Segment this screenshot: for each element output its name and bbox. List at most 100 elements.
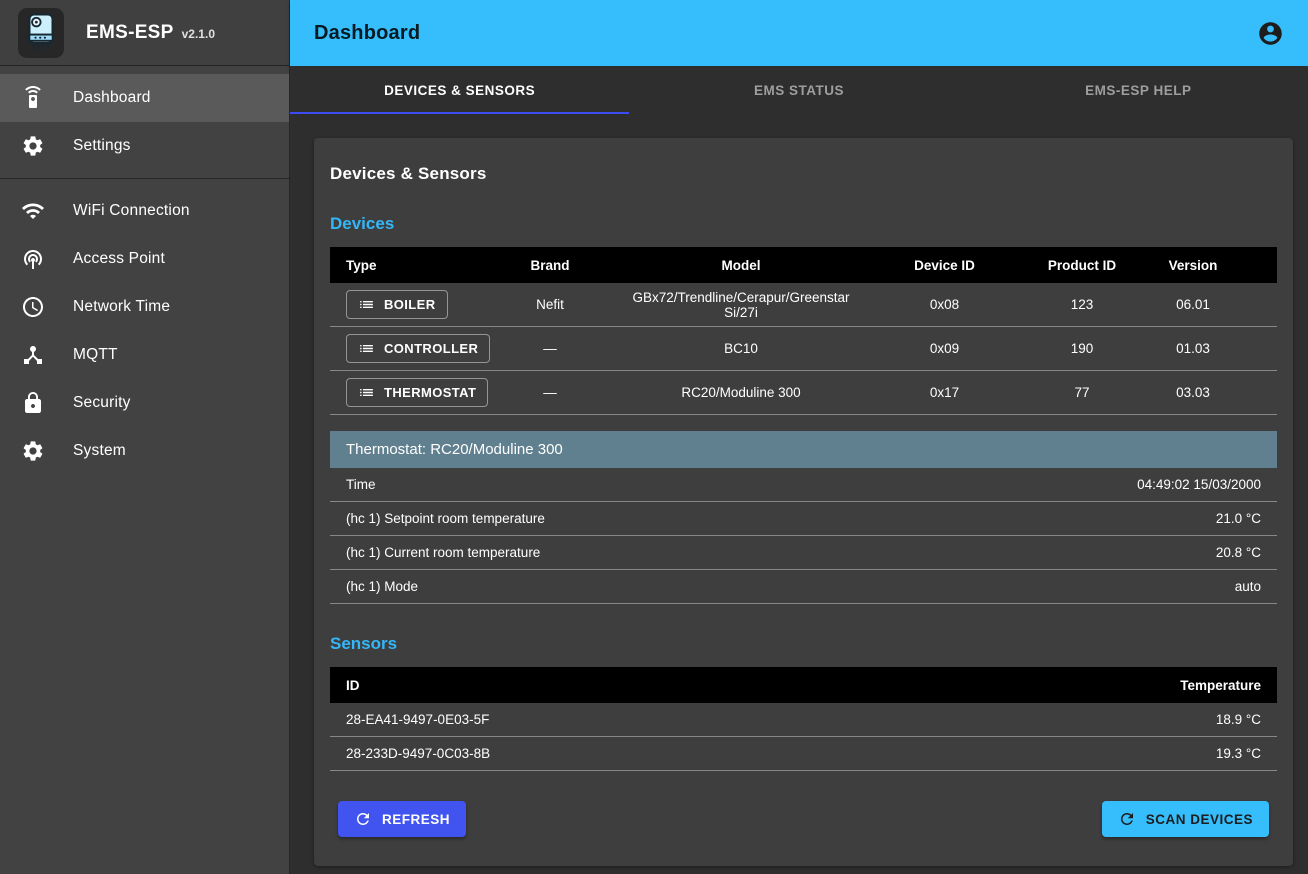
sidebar-item-label: WiFi Connection — [73, 202, 190, 220]
wifi-icon — [21, 199, 45, 223]
boiler-logo-icon — [18, 8, 64, 58]
tab-bar: DEVICES & SENSORS EMS STATUS EMS-ESP HEL… — [290, 66, 1308, 114]
app-version: v2.1.0 — [182, 27, 215, 41]
device-id: 0x09 — [862, 341, 1027, 356]
sensors-heading: Sensors — [330, 634, 1277, 654]
sensor-id: 28-EA41-9497-0E03-5F — [346, 712, 489, 727]
controller-device-button[interactable]: CONTROLLER — [346, 334, 490, 363]
detail-value: auto — [1235, 579, 1261, 594]
scan-devices-button[interactable]: SCAN DEVICES — [1102, 801, 1269, 837]
sidebar-item-access-point[interactable]: Access Point — [0, 235, 289, 283]
detail-value: 20.8 °C — [1216, 545, 1261, 560]
device-hub-icon — [21, 343, 45, 367]
sensor-temperature: 19.3 °C — [1216, 746, 1261, 761]
sidebar-item-label: Security — [73, 394, 131, 412]
account-circle-icon — [1257, 20, 1284, 47]
device-version: 01.03 — [1137, 341, 1277, 356]
device-type-label: THERMOSTAT — [384, 385, 476, 400]
wifi-tethering-icon — [21, 247, 45, 271]
sidebar-item-settings[interactable]: Settings — [0, 122, 289, 170]
refresh-icon — [354, 810, 372, 828]
column-header-device-id: Device ID — [862, 258, 1027, 273]
device-product-id: 77 — [1027, 385, 1137, 400]
detail-label: (hc 1) Mode — [346, 579, 418, 594]
device-model: GBx72/Trendline/Cerapur/Greenstar Si/27i — [620, 290, 862, 320]
device-id: 0x08 — [862, 297, 1027, 312]
sidebar-item-system[interactable]: System — [0, 427, 289, 475]
column-header-model: Model — [620, 258, 862, 273]
column-header-id: ID — [346, 678, 360, 693]
column-header-product-id: Product ID — [1027, 258, 1137, 273]
detail-value: 21.0 °C — [1216, 511, 1261, 526]
detail-label: (hc 1) Setpoint room temperature — [346, 511, 545, 526]
refresh-icon — [1118, 810, 1136, 828]
sensor-row: 28-EA41-9497-0E03-5F 18.9 °C — [330, 703, 1277, 737]
detail-row-mode: (hc 1) Mode auto — [330, 570, 1277, 604]
app-name: EMS-ESP — [86, 22, 174, 44]
sidebar-item-label: System — [73, 442, 126, 460]
page-title: Dashboard — [314, 22, 420, 45]
tab-devices-sensors[interactable]: DEVICES & SENSORS — [290, 66, 629, 114]
gear-icon — [21, 439, 45, 463]
device-row-thermostat: THERMOSTAT — RC20/Moduline 300 0x17 77 0… — [330, 371, 1277, 415]
sensors-table: ID Temperature 28-EA41-9497-0E03-5F 18.9… — [330, 667, 1277, 771]
tab-ems-esp-help[interactable]: EMS-ESP HELP — [969, 66, 1308, 114]
sensor-id: 28-233D-9497-0C03-8B — [346, 746, 490, 761]
boiler-device-button[interactable]: BOILER — [346, 290, 448, 319]
detail-row-setpoint-temp: (hc 1) Setpoint room temperature 21.0 °C — [330, 502, 1277, 536]
sidebar-item-label: MQTT — [73, 346, 118, 364]
sensors-table-header: ID Temperature — [330, 667, 1277, 703]
sidebar-item-mqtt[interactable]: MQTT — [0, 331, 289, 379]
thermostat-device-button[interactable]: THERMOSTAT — [346, 378, 488, 407]
device-version: 03.03 — [1137, 385, 1277, 400]
device-id: 0x17 — [862, 385, 1027, 400]
account-button[interactable] — [1250, 13, 1290, 53]
device-type-label: CONTROLLER — [384, 341, 478, 356]
sidebar: EMS-ESP v2.1.0 Dashboard Settings WiFi C… — [0, 0, 290, 874]
tab-ems-status[interactable]: EMS STATUS — [629, 66, 968, 114]
sensor-temperature: 18.9 °C — [1216, 712, 1261, 727]
content-area: Devices & Sensors Devices Type Brand Mod… — [290, 114, 1308, 874]
sidebar-header: EMS-ESP v2.1.0 — [0, 0, 289, 66]
device-product-id: 123 — [1027, 297, 1137, 312]
clock-icon — [21, 295, 45, 319]
list-icon — [358, 340, 375, 357]
sidebar-item-label: Settings — [73, 137, 131, 155]
detail-row-current-temp: (hc 1) Current room temperature 20.8 °C — [330, 536, 1277, 570]
device-detail-header: Thermostat: RC20/Moduline 300 — [330, 431, 1277, 468]
devices-table: Type Brand Model Device ID Product ID Ve… — [330, 247, 1277, 415]
column-header-brand: Brand — [480, 258, 620, 273]
refresh-button-label: REFRESH — [382, 812, 450, 827]
devices-heading: Devices — [330, 214, 1277, 234]
sidebar-item-security[interactable]: Security — [0, 379, 289, 427]
device-detail-table: Time 04:49:02 15/03/2000 (hc 1) Setpoint… — [330, 468, 1277, 604]
column-header-type: Type — [330, 258, 480, 273]
device-product-id: 190 — [1027, 341, 1137, 356]
column-header-temperature: Temperature — [1180, 678, 1261, 693]
sidebar-divider — [0, 178, 289, 179]
lock-icon — [21, 391, 45, 415]
appbar: Dashboard — [290, 0, 1308, 66]
sidebar-item-network-time[interactable]: Network Time — [0, 283, 289, 331]
devices-table-header: Type Brand Model Device ID Product ID Ve… — [330, 247, 1277, 283]
device-model: RC20/Moduline 300 — [620, 385, 862, 400]
detail-label: Time — [346, 477, 376, 492]
sidebar-item-label: Dashboard — [73, 89, 151, 107]
main-area: Dashboard DEVICES & SENSORS EMS STATUS E… — [290, 0, 1308, 874]
actions-row: REFRESH SCAN DEVICES — [330, 801, 1277, 837]
app-title: EMS-ESP v2.1.0 — [86, 22, 215, 44]
sidebar-item-dashboard[interactable]: Dashboard — [0, 74, 289, 122]
devices-sensors-card: Devices & Sensors Devices Type Brand Mod… — [314, 138, 1293, 866]
card-title: Devices & Sensors — [330, 164, 1277, 184]
device-model: BC10 — [620, 341, 862, 356]
device-brand: — — [480, 341, 620, 356]
refresh-button[interactable]: REFRESH — [338, 801, 466, 837]
sensor-row: 28-233D-9497-0C03-8B 19.3 °C — [330, 737, 1277, 771]
device-brand: — — [480, 385, 620, 400]
sidebar-item-wifi-connection[interactable]: WiFi Connection — [0, 187, 289, 235]
settings-remote-icon — [21, 86, 45, 110]
device-row-boiler: BOILER Nefit GBx72/Trendline/Cerapur/Gre… — [330, 283, 1277, 327]
sidebar-item-label: Network Time — [73, 298, 170, 316]
device-brand: Nefit — [480, 297, 620, 312]
device-type-label: BOILER — [384, 297, 436, 312]
